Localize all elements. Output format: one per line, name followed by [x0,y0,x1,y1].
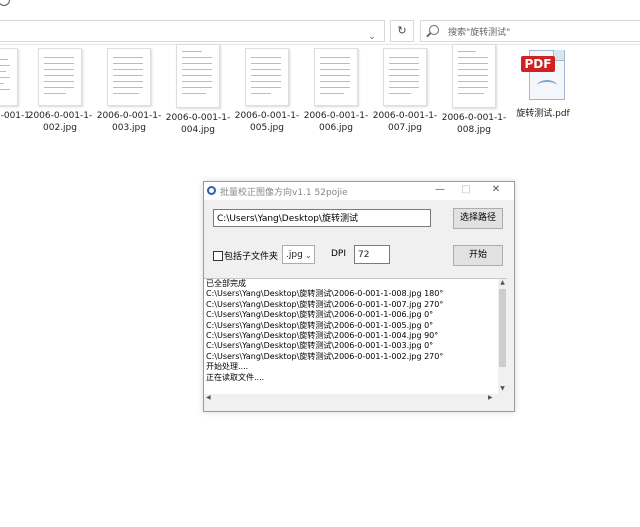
file-thumbnail [452,44,496,108]
chevron-down-icon[interactable]: ⌄ [366,31,378,43]
dialog-title: 批量校正图像方向v1.1 52pojie [220,188,348,198]
file-item[interactable]: 2006-0-001-1-003.jpg [95,48,163,134]
search-placeholder: 搜索"旋转测试" [448,28,511,38]
dpi-input[interactable]: 72 [354,245,390,264]
chevron-down-icon[interactable]: ⌄ [305,251,312,260]
file-name: 2006-0-001-1-003.jpg [96,111,162,133]
include-subfolders-label: 包括子文件夹 [224,252,279,262]
log-line: C:\Users\Yang\Desktop\旋转测试\2006-0-001-1-… [206,351,444,361]
include-subfolders-checkbox[interactable] [213,251,223,261]
log-line: C:\Users\Yang\Desktop\旋转测试\2006-0-001-1-… [206,289,444,299]
file-item[interactable]: 2006-0-001-1-004.jpg [164,44,232,136]
file-thumbnail [176,44,220,108]
file-item[interactable]: 2006-0-001-1-007.jpg [371,48,439,134]
file-item[interactable]: 2006-0-001-1-006.jpg [302,48,370,134]
search-icon [429,25,439,35]
log-line: C:\Users\Yang\Desktop\旋转测试\2006-0-001-1-… [206,331,439,341]
pdf-file-icon: PDF [521,48,565,104]
log-line: C:\Users\Yang\Desktop\旋转测试\2006-0-001-1-… [206,320,434,330]
log-line: 开始处理.... [206,362,249,372]
explorer-top-strip [0,0,640,13]
file-name: 2006-0-001-1-007.jpg [372,111,438,133]
start-button[interactable]: 开始 [453,245,503,266]
address-bar[interactable]: ⌄ [0,20,385,42]
path-input[interactable]: C:\Users\Yang\Desktop\旋转测试 [213,209,431,227]
log-output[interactable]: 已全部完成 C:\Users\Yang\Desktop\旋转测试\2006-0-0… [204,278,507,395]
scroll-left-icon[interactable]: ◀ [206,394,211,401]
pdf-badge: PDF [521,56,555,72]
file-thumbnail [314,48,358,106]
search-input[interactable]: 搜索"旋转测试" [420,20,640,42]
window-circle-icon [0,0,10,6]
scroll-thumb[interactable] [499,289,506,367]
browse-button[interactable]: 选择路径 [453,208,503,229]
log-line: 已全部完成 [206,279,246,288]
close-button[interactable]: ✕ [490,184,502,196]
file-name: 2006-0-001-1-004.jpg [165,113,231,135]
file-thumbnail [38,48,82,106]
file-item[interactable]: 2006-0-001-1-005.jpg [233,48,301,134]
file-thumbnail [245,48,289,106]
log-vertical-scrollbar[interactable]: ▲ ▼ [498,279,507,396]
app-icon [207,186,216,195]
address-row: ⌄ ↻ 搜索"旋转测试" [0,14,640,45]
log-line: C:\Users\Yang\Desktop\旋转测试\2006-0-001-1-… [206,310,434,320]
scroll-down-icon[interactable]: ▼ [498,385,507,394]
scroll-right-icon[interactable]: ▶ [488,394,493,401]
file-name: 旋转测试.pdf [516,109,570,119]
file-thumbnail [383,48,427,106]
refresh-icon: ↻ [397,24,407,37]
file-name: 2006-0-001-1-002.jpg [27,111,93,133]
file-item[interactable]: 2006-0-001-1-008.jpg [440,44,508,136]
batch-rotate-dialog: 批量校正图像方向v1.1 52pojie — □ ✕ C:\Users\Yang… [203,181,515,412]
log-line: C:\Users\Yang\Desktop\旋转测试\2006-0-001-1-… [206,299,444,309]
scroll-up-icon[interactable]: ▲ [498,279,507,288]
file-item[interactable]: 2006-0-001-1-002.jpg [26,48,94,134]
file-thumbnail [107,48,151,106]
file-name: 2006-0-001-1-008.jpg [441,113,507,135]
refresh-button[interactable]: ↻ [390,20,414,42]
log-horizontal-scrollbar[interactable]: ◀ ▶ [204,394,498,404]
dpi-label: DPI [331,249,347,259]
file-item[interactable]: PDF 旋转测试.pdf [509,48,577,120]
file-name: 2006-0-001-1-006.jpg [303,111,369,133]
maximize-button[interactable]: □ [460,184,472,196]
minimize-button[interactable]: — [434,184,446,196]
file-name: 2006-0-001-1-005.jpg [234,111,300,133]
log-line: C:\Users\Yang\Desktop\旋转测试\2006-0-001-1-… [206,341,434,351]
log-line: 正在读取文件.... [206,372,265,382]
dialog-titlebar[interactable]: 批量校正图像方向v1.1 52pojie — □ ✕ [204,182,514,200]
file-thumbnail [0,48,18,106]
